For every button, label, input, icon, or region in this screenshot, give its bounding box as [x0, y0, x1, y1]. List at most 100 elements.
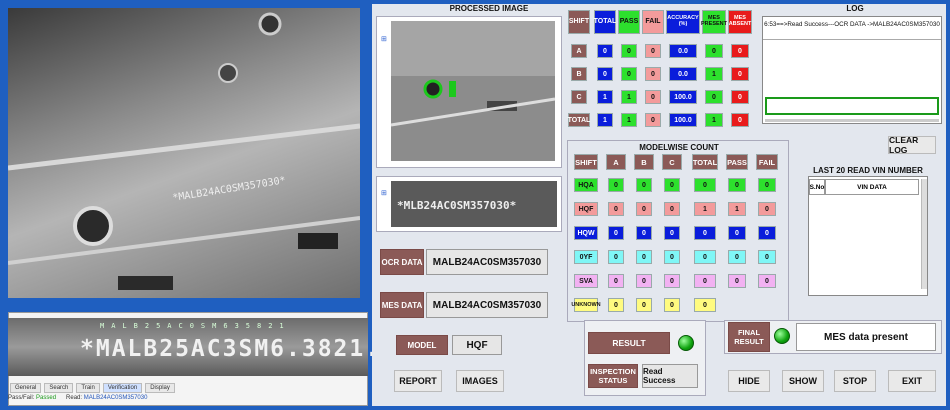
shift-header-1: TOTAL [594, 10, 616, 34]
vin-col-data: VIN DATA [825, 179, 919, 195]
exit-button[interactable]: EXIT [888, 370, 936, 392]
modelwise-cell: 0 [608, 250, 624, 264]
shift-cell: 0.0 [669, 67, 697, 81]
shift-cell: 0 [621, 67, 637, 81]
modelwise-cell: 1 [728, 202, 746, 216]
report-button[interactable]: REPORT [394, 370, 442, 392]
modelwise-cell: 0 [758, 178, 776, 192]
svg-text:*MALB24AC0SM357030*: *MALB24AC0SM357030* [172, 175, 287, 204]
viewer-icon: ⊞ [381, 36, 387, 43]
tab-search[interactable]: Search [44, 383, 74, 393]
shift-row-label: A [571, 44, 587, 58]
modelwise-cell: 0 [728, 226, 746, 240]
processed-image: ⊞ [381, 21, 556, 161]
final-result-value: MES data present [796, 323, 936, 351]
modelwise-header-5: PASS [726, 154, 748, 170]
shift-header-6: MES ABSENT [728, 10, 752, 34]
result-label: RESULT [588, 332, 670, 354]
tab-general[interactable]: General [10, 383, 42, 393]
shift-cell: 0 [645, 90, 661, 104]
final-result-indicator-icon [774, 328, 790, 344]
vin-list-title: LAST 20 READ VIN NUMBER [813, 166, 923, 175]
shift-cell: 100.0 [669, 113, 697, 127]
ocr-strip-character-labels: MALB25AC0SM635821 [100, 322, 291, 330]
shift-cell: 0 [645, 67, 661, 81]
shift-cell: 0 [621, 44, 637, 58]
camera-image: *MALB24AC0SM357030* [8, 8, 360, 298]
ocr-crop-image: *MLB24AC0SM357030* ⊞ [381, 181, 557, 227]
modelwise-cell: 1 [694, 202, 716, 216]
ocr-status-line: Pass/Fail: Passed Read: MALB24AC0SM35703… [8, 395, 147, 401]
modelwise-header-1: A [606, 154, 626, 170]
tab-display[interactable]: Display [145, 383, 175, 393]
model-label: MODEL [396, 335, 448, 355]
modelwise-cell: 0 [636, 202, 652, 216]
ocr-strip-text: *MALB25AC3SM6.3821.3* [80, 336, 413, 362]
modelwise-cell: 0 [608, 226, 624, 240]
model-field: HQF [452, 335, 502, 355]
ocr-crop-box: *MLB24AC0SM357030* ⊞ [376, 176, 562, 232]
shift-cell: 0 [645, 44, 661, 58]
shift-cell: 0 [645, 113, 661, 127]
modelwise-cell: 0 [608, 202, 624, 216]
modelwise-cell: 0 [694, 226, 716, 240]
ocr-strip-image: MALB25AC0SM635821 *MALB25AC3SM6.3821.3* [8, 318, 411, 376]
main-panel: PROCESSED IMAGE ⊞ *MLB24AC0SM357030* ⊞ O… [372, 4, 946, 406]
modelwise-cell: 0 [636, 178, 652, 192]
stop-button[interactable]: STOP [834, 370, 876, 392]
shift-cell: 0 [705, 44, 723, 58]
shift-cell: 0 [705, 90, 723, 104]
modelwise-cell: 0 [728, 274, 746, 288]
modelwise-header-6: FAIL [756, 154, 778, 170]
tab-verification[interactable]: Verification [102, 383, 143, 393]
shift-cell: 0 [731, 67, 749, 81]
vin-col-sno: S.No [809, 179, 825, 195]
modelwise-cell: 0 [608, 274, 624, 288]
modelwise-cell: 0 [664, 202, 680, 216]
log-box[interactable]: 6:53==>Read Success---OCR DATA ->MALB24A… [762, 16, 942, 124]
shift-header-5: MES PRESENT [701, 10, 727, 34]
shift-header-0: SHIFT [568, 10, 590, 34]
modelwise-row-label: HQW [574, 226, 598, 240]
hide-button[interactable]: HIDE [728, 370, 770, 392]
log-title: LOG [846, 4, 864, 13]
shift-cell: 0 [731, 113, 749, 127]
modelwise-cell: 0 [694, 178, 716, 192]
modelwise-cell: 0 [728, 178, 746, 192]
log-scrollbar[interactable] [765, 119, 939, 122]
clear-log-button[interactable]: CLEAR LOG [888, 135, 936, 155]
pass-fail-value: Passed [36, 395, 57, 401]
vin-scrollbar[interactable] [921, 179, 927, 289]
shift-cell: 1 [705, 67, 723, 81]
modelwise-header-2: B [634, 154, 654, 170]
shift-summary-table: SHIFT TOTAL PASS FAIL ACCURACY (%) MES PRESEN… [568, 10, 754, 132]
shift-header-2: PASS [618, 10, 640, 34]
modelwise-header-0: SHIFT [574, 154, 598, 170]
shift-cell: 0 [731, 44, 749, 58]
pass-fail-label: Pass/Fail: [8, 395, 35, 401]
shift-header-3: FAIL [642, 10, 664, 34]
shift-cell: 1 [621, 113, 637, 127]
shift-cell: 0.0 [669, 44, 697, 58]
modelwise-cell: 0 [664, 178, 680, 192]
show-button[interactable]: SHOW [782, 370, 824, 392]
shift-cell: 1 [621, 90, 637, 104]
images-button[interactable]: IMAGES [456, 370, 504, 392]
processed-image-title: PROCESSED IMAGE [449, 4, 529, 13]
tab-train[interactable]: Train [76, 383, 100, 393]
modelwise-cell: 0 [664, 250, 680, 264]
metal-panel-photo: *MALB24AC0SM357030* [8, 12, 360, 290]
shift-cell: 0 [597, 44, 613, 58]
modelwise-cell: 0 [636, 226, 652, 240]
modelwise-cell: 0 [664, 298, 680, 312]
vin-list-table[interactable]: S.No VIN DATA [808, 176, 928, 296]
modelwise-row-label: HQF [574, 202, 598, 216]
read-label: Read: [66, 395, 83, 401]
modelwise-cell: 0 [758, 226, 776, 240]
shift-row-label: C [571, 90, 587, 104]
shift-cell: 100.0 [669, 90, 697, 104]
mes-data-field: MALB24AC0SM357030 [426, 292, 548, 318]
modelwise-cell: 0 [758, 250, 776, 264]
shift-header-4: ACCURACY (%) [666, 10, 700, 34]
shift-cell: 1 [705, 113, 723, 127]
